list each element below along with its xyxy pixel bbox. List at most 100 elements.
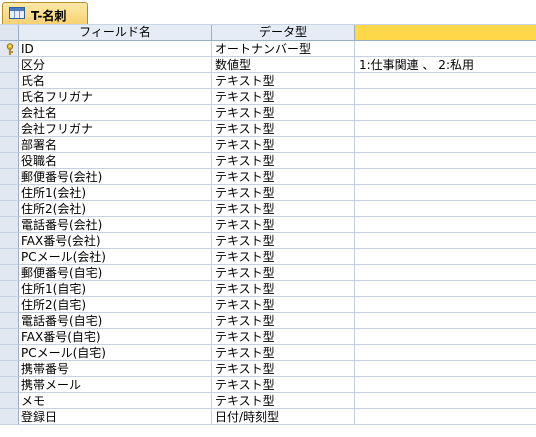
field-name-cell[interactable]: 住所1(自宅) bbox=[19, 281, 212, 297]
row-selector[interactable] bbox=[0, 105, 19, 121]
select-all-corner[interactable] bbox=[0, 25, 19, 41]
table-row[interactable]: 氏名 テキスト型 bbox=[0, 73, 536, 89]
row-selector[interactable] bbox=[0, 41, 19, 57]
table-row[interactable]: 区分 数値型 1:仕事関連 、 2:私用 bbox=[0, 57, 536, 73]
row-selector[interactable] bbox=[0, 249, 19, 265]
data-type-cell[interactable]: テキスト型 bbox=[212, 329, 355, 345]
description-cell[interactable] bbox=[355, 409, 536, 425]
table-row[interactable]: ID オートナンバー型 bbox=[0, 41, 536, 57]
row-selector[interactable] bbox=[0, 57, 19, 73]
table-row[interactable]: 会社名 テキスト型 bbox=[0, 105, 536, 121]
data-type-cell[interactable]: テキスト型 bbox=[212, 169, 355, 185]
row-selector[interactable] bbox=[0, 153, 19, 169]
data-type-cell[interactable]: オートナンバー型 bbox=[212, 41, 355, 57]
field-name-cell[interactable]: FAX番号(会社) bbox=[19, 233, 212, 249]
field-name-cell[interactable]: 携帯メール bbox=[19, 377, 212, 393]
data-type-cell[interactable]: テキスト型 bbox=[212, 201, 355, 217]
row-selector[interactable] bbox=[0, 201, 19, 217]
table-row[interactable]: 住所1(自宅) テキスト型 bbox=[0, 281, 536, 297]
description-cell[interactable] bbox=[355, 217, 536, 233]
data-type-cell[interactable]: 日付/時刻型 bbox=[212, 409, 355, 425]
data-type-cell[interactable]: テキスト型 bbox=[212, 313, 355, 329]
data-type-cell[interactable]: テキスト型 bbox=[212, 233, 355, 249]
data-type-cell[interactable]: テキスト型 bbox=[212, 137, 355, 153]
table-row[interactable]: メモ テキスト型 bbox=[0, 393, 536, 409]
field-name-cell[interactable]: PCメール(自宅) bbox=[19, 345, 212, 361]
table-row[interactable]: 住所2(自宅) テキスト型 bbox=[0, 297, 536, 313]
row-selector[interactable] bbox=[0, 265, 19, 281]
data-type-cell[interactable]: テキスト型 bbox=[212, 297, 355, 313]
data-type-cell[interactable]: 数値型 bbox=[212, 57, 355, 73]
data-type-cell[interactable]: テキスト型 bbox=[212, 73, 355, 89]
description-cell[interactable] bbox=[355, 233, 536, 249]
data-type-cell[interactable]: テキスト型 bbox=[212, 361, 355, 377]
table-row[interactable]: 氏名フリガナ テキスト型 bbox=[0, 89, 536, 105]
column-header-field-name[interactable]: フィールド名 bbox=[19, 25, 212, 41]
table-row[interactable]: 郵便番号(会社) テキスト型 bbox=[0, 169, 536, 185]
description-cell[interactable] bbox=[355, 249, 536, 265]
table-row[interactable]: 登録日 日付/時刻型 bbox=[0, 409, 536, 425]
data-type-cell[interactable]: テキスト型 bbox=[212, 249, 355, 265]
field-name-cell[interactable]: ID bbox=[19, 41, 212, 57]
row-selector[interactable] bbox=[0, 217, 19, 233]
data-type-cell[interactable]: テキスト型 bbox=[212, 217, 355, 233]
field-name-cell[interactable]: 会社名 bbox=[19, 105, 212, 121]
table-row[interactable]: 部署名 テキスト型 bbox=[0, 137, 536, 153]
table-row[interactable]: PCメール(自宅) テキスト型 bbox=[0, 345, 536, 361]
row-selector[interactable] bbox=[0, 281, 19, 297]
description-cell[interactable] bbox=[355, 121, 536, 137]
table-row[interactable]: 郵便番号(自宅) テキスト型 bbox=[0, 265, 536, 281]
description-cell[interactable] bbox=[355, 201, 536, 217]
field-name-cell[interactable]: 区分 bbox=[19, 57, 212, 73]
column-header-description[interactable] bbox=[355, 25, 536, 41]
table-row[interactable]: 役職名 テキスト型 bbox=[0, 153, 536, 169]
field-name-cell[interactable]: 役職名 bbox=[19, 153, 212, 169]
table-row[interactable]: FAX番号(会社) テキスト型 bbox=[0, 233, 536, 249]
description-cell[interactable] bbox=[355, 153, 536, 169]
data-type-cell[interactable]: テキスト型 bbox=[212, 121, 355, 137]
description-cell[interactable] bbox=[355, 361, 536, 377]
field-name-cell[interactable]: FAX番号(自宅) bbox=[19, 329, 212, 345]
description-cell[interactable] bbox=[355, 265, 536, 281]
data-type-cell[interactable]: テキスト型 bbox=[212, 153, 355, 169]
field-name-cell[interactable]: 電話番号(会社) bbox=[19, 217, 212, 233]
row-selector[interactable] bbox=[0, 345, 19, 361]
field-name-cell[interactable]: 携帯番号 bbox=[19, 361, 212, 377]
data-type-cell[interactable]: テキスト型 bbox=[212, 393, 355, 409]
description-cell[interactable] bbox=[355, 281, 536, 297]
data-type-cell[interactable]: テキスト型 bbox=[212, 105, 355, 121]
description-cell[interactable] bbox=[355, 41, 536, 57]
row-selector[interactable] bbox=[0, 393, 19, 409]
field-name-cell[interactable]: PCメール(会社) bbox=[19, 249, 212, 265]
field-name-cell[interactable]: 住所1(会社) bbox=[19, 185, 212, 201]
field-name-cell[interactable]: 部署名 bbox=[19, 137, 212, 153]
data-type-cell[interactable]: テキスト型 bbox=[212, 377, 355, 393]
field-name-cell[interactable]: 郵便番号(会社) bbox=[19, 169, 212, 185]
row-selector[interactable] bbox=[0, 137, 19, 153]
row-selector[interactable] bbox=[0, 73, 19, 89]
table-row[interactable]: PCメール(会社) テキスト型 bbox=[0, 249, 536, 265]
row-selector[interactable] bbox=[0, 377, 19, 393]
data-type-cell[interactable]: テキスト型 bbox=[212, 265, 355, 281]
field-name-cell[interactable]: 電話番号(自宅) bbox=[19, 313, 212, 329]
table-row[interactable]: 会社フリガナ テキスト型 bbox=[0, 121, 536, 137]
field-name-cell[interactable]: 会社フリガナ bbox=[19, 121, 212, 137]
description-cell[interactable] bbox=[355, 377, 536, 393]
table-row[interactable]: 携帯番号 テキスト型 bbox=[0, 361, 536, 377]
row-selector[interactable] bbox=[0, 121, 19, 137]
table-row[interactable]: 電話番号(会社) テキスト型 bbox=[0, 217, 536, 233]
column-header-data-type[interactable]: データ型 bbox=[212, 25, 355, 41]
field-name-cell[interactable]: 氏名 bbox=[19, 73, 212, 89]
field-name-cell[interactable]: 住所2(会社) bbox=[19, 201, 212, 217]
row-selector[interactable] bbox=[0, 89, 19, 105]
row-selector[interactable] bbox=[0, 313, 19, 329]
row-selector[interactable] bbox=[0, 329, 19, 345]
row-selector[interactable] bbox=[0, 233, 19, 249]
table-row[interactable]: FAX番号(自宅) テキスト型 bbox=[0, 329, 536, 345]
description-cell[interactable] bbox=[355, 329, 536, 345]
row-selector[interactable] bbox=[0, 409, 19, 425]
data-type-cell[interactable]: テキスト型 bbox=[212, 281, 355, 297]
data-type-cell[interactable]: テキスト型 bbox=[212, 89, 355, 105]
field-name-cell[interactable]: 登録日 bbox=[19, 409, 212, 425]
row-selector[interactable] bbox=[0, 297, 19, 313]
